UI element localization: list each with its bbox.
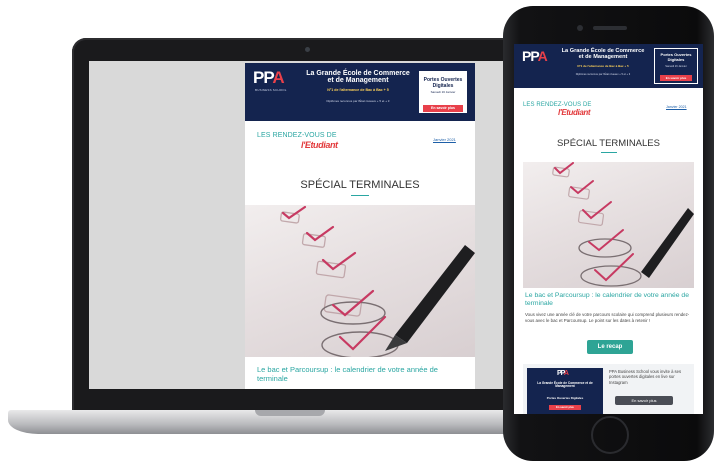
phone-ppa-logo: PPA bbox=[522, 48, 548, 64]
recap-button[interactable]: Le recap bbox=[587, 340, 633, 354]
phone-screen: PPA La Grande École de Commerce et de Ma… bbox=[514, 44, 703, 414]
phone-banner-small-print: Diplômes reconnus par l'État niveaux + 5… bbox=[575, 73, 631, 76]
phone-email-banner[interactable]: PPA La Grande École de Commerce et de Ma… bbox=[514, 44, 703, 88]
laptop-email: PPA BUSINESS SCHOOL La Grande École de C… bbox=[245, 63, 475, 389]
promo-po-button[interactable]: En savoir plus bbox=[549, 405, 581, 410]
banner-tagline: N°1 de l'alternance de Bac à Bac + 5 bbox=[327, 88, 389, 92]
promo-po-label: Portes Ouvertes Digitales bbox=[546, 396, 584, 400]
promo-ppa-logo: PPA bbox=[557, 370, 569, 377]
laptop-screen: PPA BUSINESS SCHOOL La Grande École de C… bbox=[89, 61, 527, 389]
title-underline bbox=[351, 195, 369, 196]
banner-title: La Grande École de Commerce et de Manage… bbox=[306, 70, 410, 85]
rdv-title: LES RENDEZ-VOUS DE bbox=[257, 132, 337, 139]
article-title-link[interactable]: Le bac et Parcoursup : le calendrier de … bbox=[257, 365, 467, 383]
banner-small-print: Diplômes reconnus par l'État niveaux + 5… bbox=[326, 99, 390, 103]
phone-home-button[interactable] bbox=[591, 416, 629, 454]
phone-date-link[interactable]: Janvier 2021 bbox=[666, 105, 687, 109]
promo-banner-image[interactable]: PPA La Grande École de Commerce et de Ma… bbox=[527, 368, 603, 414]
phone-title-underline bbox=[601, 152, 617, 153]
phone-portes-ouvertes-button[interactable]: En savoir plus bbox=[660, 75, 692, 81]
laptop-camera bbox=[305, 47, 310, 52]
phone-article-photo[interactable] bbox=[523, 162, 694, 288]
phone-banner-tagline: N°1 de l'alternance de Bac à Bac + 5 bbox=[577, 64, 629, 68]
email-banner[interactable]: PPA BUSINESS SCHOOL La Grande École de C… bbox=[245, 63, 475, 121]
etudiant-logo: l'Etudiant bbox=[301, 140, 338, 150]
promo-more-button[interactable]: En savoir plus bbox=[615, 396, 673, 405]
phone-article-title-link[interactable]: Le bac et Parcoursup : le calendrier de … bbox=[525, 292, 693, 308]
phone-etudiant-logo: l'Etudiant bbox=[558, 108, 591, 117]
ppa-logo-subtitle: BUSINESS SCHOOL bbox=[255, 88, 287, 92]
ppa-logo: PPA bbox=[253, 68, 285, 87]
phone-speaker bbox=[593, 26, 627, 30]
promo-banner-title: La Grande École de Commerce et de Manage… bbox=[537, 381, 593, 389]
laptop-frame: PPA BUSINESS SCHOOL La Grande École de C… bbox=[72, 38, 542, 416]
portes-ouvertes-button[interactable]: En savoir plus bbox=[423, 105, 463, 112]
article-photo[interactable] bbox=[245, 205, 475, 357]
laptop-notch bbox=[255, 410, 325, 416]
date-link[interactable]: Janvier 2021 bbox=[433, 137, 456, 142]
promo-block: PPA La Grande École de Commerce et de Ma… bbox=[523, 364, 694, 414]
promo-text: PPA Business School vous invite à ses po… bbox=[609, 369, 682, 385]
special-terminales-title: SPÉCIAL TERMINALES bbox=[300, 179, 420, 191]
phone-banner-title: La Grande École de Commerce et de Manage… bbox=[561, 48, 645, 60]
phone-article-body: Vous vivez une année clé de votre parcou… bbox=[525, 312, 690, 323]
phone-frame: PPA La Grande École de Commerce et de Ma… bbox=[503, 6, 714, 461]
phone-camera bbox=[577, 25, 583, 31]
phone-special-terminales-title: SPÉCIAL TERMINALES bbox=[557, 138, 660, 149]
